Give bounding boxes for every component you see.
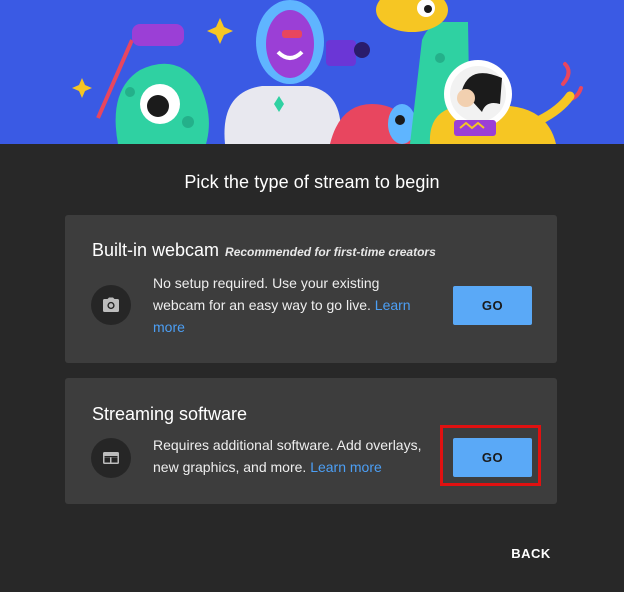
webcam-card-header: Built-in webcam Recommended for first-tim… xyxy=(92,240,436,261)
webcam-card-subtitle: Recommended for first-time creators xyxy=(225,245,436,259)
webcam-card-description: No setup required. Use your existing web… xyxy=(153,272,433,338)
software-card-title: Streaming software xyxy=(92,404,248,424)
dialog-title: Pick the type of stream to begin xyxy=(184,172,440,192)
webcam-go-button[interactable]: GO xyxy=(453,286,532,325)
hero-illustration xyxy=(0,0,624,144)
webcam-option-card: Built-in webcam Recommended for first-tim… xyxy=(65,215,557,363)
software-card-header: Streaming software xyxy=(92,404,247,425)
layout-icon xyxy=(91,438,131,478)
creators-illustration xyxy=(0,0,624,144)
webcam-description-text: No setup required. Use your existing web… xyxy=(153,275,380,313)
back-button[interactable]: BACK xyxy=(500,540,562,566)
software-go-button[interactable]: GO xyxy=(453,438,532,477)
webcam-card-title: Built-in webcam xyxy=(92,240,220,260)
camera-icon xyxy=(91,285,131,325)
software-learn-more-link[interactable]: Learn more xyxy=(310,459,382,475)
stream-type-dialog: Pick the type of stream to begin Built-i… xyxy=(0,144,624,592)
streaming-software-option-card: Streaming software Requires additional s… xyxy=(65,378,557,504)
software-card-description: Requires additional software. Add overla… xyxy=(153,434,433,478)
